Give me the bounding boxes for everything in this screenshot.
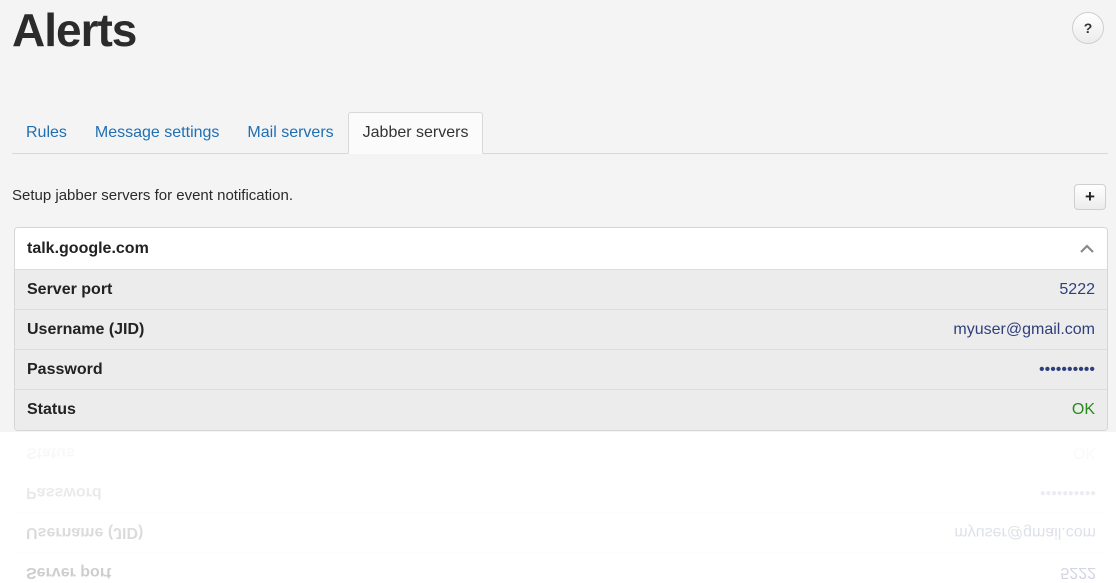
password-label: Password xyxy=(27,360,103,378)
reflection-key: Status xyxy=(26,444,75,462)
server-port-value: 5222 xyxy=(1059,280,1095,298)
reflection-value: myuser@gmail.com xyxy=(954,524,1096,542)
reflection-key: Server port xyxy=(26,564,112,582)
status-row: Status OK xyxy=(15,390,1107,430)
page-title: Alerts xyxy=(12,4,137,56)
server-name: talk.google.com xyxy=(27,239,149,257)
section-description: Setup jabber servers for event notificat… xyxy=(12,187,293,204)
reflection-key: Username (JID) xyxy=(26,524,144,542)
reflection-row: Password •••••••••• xyxy=(14,472,1108,512)
server-panel-header[interactable]: talk.google.com xyxy=(15,228,1107,270)
server-port-label: Server port xyxy=(27,280,113,298)
reflection-value: OK xyxy=(1072,444,1096,462)
server-port-row: Server port 5222 xyxy=(15,270,1107,310)
password-row: Password •••••••••• xyxy=(15,350,1107,390)
tab-mail-servers[interactable]: Mail servers xyxy=(233,112,347,153)
reflection-row: Status OK xyxy=(14,432,1108,472)
reflection-value: •••••••••• xyxy=(1039,484,1096,502)
tab-jabber-servers[interactable]: Jabber servers xyxy=(347,112,484,154)
tab-message-settings[interactable]: Message settings xyxy=(81,112,234,153)
help-button[interactable]: ? xyxy=(1072,12,1104,44)
chevron-up-icon[interactable] xyxy=(1079,244,1095,254)
reflection-key: Password xyxy=(26,484,102,502)
reflection-mirror: Server port 5222 Username (JID) myuser@g… xyxy=(14,432,1108,583)
alerts-page: Alerts ? Rules Message settings Mail ser… xyxy=(0,0,1116,432)
password-value: •••••••••• xyxy=(1038,360,1095,378)
panel-reflection: Server port 5222 Username (JID) myuser@g… xyxy=(14,432,1108,583)
tab-bar: Rules Message settings Mail servers Jabb… xyxy=(12,112,1108,154)
username-row: Username (JID) myuser@gmail.com xyxy=(15,310,1107,350)
reflection-value: 5222 xyxy=(1060,564,1096,582)
username-value: myuser@gmail.com xyxy=(953,320,1095,338)
reflection-row: Server port 5222 xyxy=(14,552,1108,583)
server-panel: talk.google.com Server port 5222 Usernam… xyxy=(14,227,1108,431)
username-label: Username (JID) xyxy=(27,320,145,338)
tab-rules[interactable]: Rules xyxy=(12,112,81,153)
status-label: Status xyxy=(27,401,76,418)
status-value: OK xyxy=(1071,401,1095,418)
add-server-button[interactable]: + xyxy=(1074,184,1106,210)
reflection-row: Username (JID) myuser@gmail.com xyxy=(14,512,1108,552)
